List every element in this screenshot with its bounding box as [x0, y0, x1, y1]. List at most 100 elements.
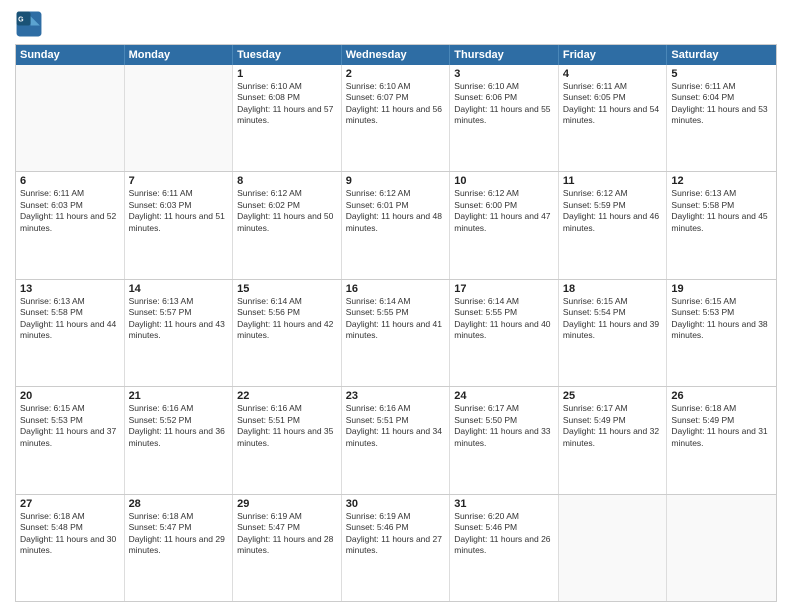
calendar-cell-empty-0-0 [16, 65, 125, 171]
calendar-cell-31: 31Sunrise: 6:20 AM Sunset: 5:46 PM Dayli… [450, 495, 559, 601]
calendar-header: SundayMondayTuesdayWednesdayThursdayFrid… [16, 45, 776, 65]
calendar-cell-3: 3Sunrise: 6:10 AM Sunset: 6:06 PM Daylig… [450, 65, 559, 171]
cell-detail: Sunrise: 6:18 AM Sunset: 5:49 PM Dayligh… [671, 403, 772, 449]
cell-detail: Sunrise: 6:12 AM Sunset: 6:01 PM Dayligh… [346, 188, 446, 234]
page: G SundayMondayTuesdayWednesdayThursdayFr… [0, 0, 792, 612]
day-number: 19 [671, 283, 772, 295]
day-number: 9 [346, 175, 446, 187]
day-number: 7 [129, 175, 229, 187]
day-number: 5 [671, 68, 772, 80]
day-number: 25 [563, 390, 663, 402]
cell-detail: Sunrise: 6:14 AM Sunset: 5:56 PM Dayligh… [237, 296, 337, 342]
calendar-cell-1: 1Sunrise: 6:10 AM Sunset: 6:08 PM Daylig… [233, 65, 342, 171]
day-number: 21 [129, 390, 229, 402]
calendar-cell-30: 30Sunrise: 6:19 AM Sunset: 5:46 PM Dayli… [342, 495, 451, 601]
calendar-cell-23: 23Sunrise: 6:16 AM Sunset: 5:51 PM Dayli… [342, 387, 451, 493]
cell-detail: Sunrise: 6:13 AM Sunset: 5:58 PM Dayligh… [20, 296, 120, 342]
calendar-cell-19: 19Sunrise: 6:15 AM Sunset: 5:53 PM Dayli… [667, 280, 776, 386]
cell-detail: Sunrise: 6:12 AM Sunset: 5:59 PM Dayligh… [563, 188, 663, 234]
cell-detail: Sunrise: 6:10 AM Sunset: 6:07 PM Dayligh… [346, 81, 446, 127]
cell-detail: Sunrise: 6:11 AM Sunset: 6:03 PM Dayligh… [129, 188, 229, 234]
day-number: 13 [20, 283, 120, 295]
calendar-body: 1Sunrise: 6:10 AM Sunset: 6:08 PM Daylig… [16, 65, 776, 601]
cell-detail: Sunrise: 6:18 AM Sunset: 5:47 PM Dayligh… [129, 511, 229, 557]
calendar-cell-28: 28Sunrise: 6:18 AM Sunset: 5:47 PM Dayli… [125, 495, 234, 601]
cell-detail: Sunrise: 6:15 AM Sunset: 5:54 PM Dayligh… [563, 296, 663, 342]
calendar-cell-15: 15Sunrise: 6:14 AM Sunset: 5:56 PM Dayli… [233, 280, 342, 386]
day-number: 26 [671, 390, 772, 402]
weekday-header-wednesday: Wednesday [342, 45, 451, 65]
header: G [15, 10, 777, 38]
day-number: 28 [129, 498, 229, 510]
calendar-cell-24: 24Sunrise: 6:17 AM Sunset: 5:50 PM Dayli… [450, 387, 559, 493]
cell-detail: Sunrise: 6:19 AM Sunset: 5:46 PM Dayligh… [346, 511, 446, 557]
calendar-row-1: 6Sunrise: 6:11 AM Sunset: 6:03 PM Daylig… [16, 171, 776, 278]
calendar-cell-21: 21Sunrise: 6:16 AM Sunset: 5:52 PM Dayli… [125, 387, 234, 493]
day-number: 24 [454, 390, 554, 402]
calendar: SundayMondayTuesdayWednesdayThursdayFrid… [15, 44, 777, 602]
day-number: 29 [237, 498, 337, 510]
weekday-header-friday: Friday [559, 45, 668, 65]
cell-detail: Sunrise: 6:12 AM Sunset: 6:00 PM Dayligh… [454, 188, 554, 234]
calendar-cell-18: 18Sunrise: 6:15 AM Sunset: 5:54 PM Dayli… [559, 280, 668, 386]
day-number: 31 [454, 498, 554, 510]
cell-detail: Sunrise: 6:11 AM Sunset: 6:03 PM Dayligh… [20, 188, 120, 234]
calendar-cell-2: 2Sunrise: 6:10 AM Sunset: 6:07 PM Daylig… [342, 65, 451, 171]
day-number: 1 [237, 68, 337, 80]
day-number: 4 [563, 68, 663, 80]
calendar-cell-5: 5Sunrise: 6:11 AM Sunset: 6:04 PM Daylig… [667, 65, 776, 171]
day-number: 6 [20, 175, 120, 187]
calendar-cell-8: 8Sunrise: 6:12 AM Sunset: 6:02 PM Daylig… [233, 172, 342, 278]
day-number: 3 [454, 68, 554, 80]
calendar-cell-27: 27Sunrise: 6:18 AM Sunset: 5:48 PM Dayli… [16, 495, 125, 601]
cell-detail: Sunrise: 6:19 AM Sunset: 5:47 PM Dayligh… [237, 511, 337, 557]
calendar-cell-25: 25Sunrise: 6:17 AM Sunset: 5:49 PM Dayli… [559, 387, 668, 493]
day-number: 2 [346, 68, 446, 80]
calendar-cell-29: 29Sunrise: 6:19 AM Sunset: 5:47 PM Dayli… [233, 495, 342, 601]
day-number: 22 [237, 390, 337, 402]
calendar-cell-6: 6Sunrise: 6:11 AM Sunset: 6:03 PM Daylig… [16, 172, 125, 278]
calendar-row-3: 20Sunrise: 6:15 AM Sunset: 5:53 PM Dayli… [16, 386, 776, 493]
calendar-cell-7: 7Sunrise: 6:11 AM Sunset: 6:03 PM Daylig… [125, 172, 234, 278]
cell-detail: Sunrise: 6:20 AM Sunset: 5:46 PM Dayligh… [454, 511, 554, 557]
cell-detail: Sunrise: 6:10 AM Sunset: 6:06 PM Dayligh… [454, 81, 554, 127]
calendar-cell-26: 26Sunrise: 6:18 AM Sunset: 5:49 PM Dayli… [667, 387, 776, 493]
calendar-cell-17: 17Sunrise: 6:14 AM Sunset: 5:55 PM Dayli… [450, 280, 559, 386]
day-number: 11 [563, 175, 663, 187]
weekday-header-sunday: Sunday [16, 45, 125, 65]
cell-detail: Sunrise: 6:11 AM Sunset: 6:05 PM Dayligh… [563, 81, 663, 127]
cell-detail: Sunrise: 6:11 AM Sunset: 6:04 PM Dayligh… [671, 81, 772, 127]
cell-detail: Sunrise: 6:14 AM Sunset: 5:55 PM Dayligh… [454, 296, 554, 342]
day-number: 16 [346, 283, 446, 295]
day-number: 27 [20, 498, 120, 510]
calendar-cell-empty-4-5 [559, 495, 668, 601]
cell-detail: Sunrise: 6:12 AM Sunset: 6:02 PM Dayligh… [237, 188, 337, 234]
day-number: 14 [129, 283, 229, 295]
calendar-cell-13: 13Sunrise: 6:13 AM Sunset: 5:58 PM Dayli… [16, 280, 125, 386]
calendar-cell-empty-4-6 [667, 495, 776, 601]
day-number: 8 [237, 175, 337, 187]
cell-detail: Sunrise: 6:16 AM Sunset: 5:51 PM Dayligh… [346, 403, 446, 449]
svg-text:G: G [18, 17, 24, 24]
calendar-cell-10: 10Sunrise: 6:12 AM Sunset: 6:00 PM Dayli… [450, 172, 559, 278]
day-number: 30 [346, 498, 446, 510]
weekday-header-tuesday: Tuesday [233, 45, 342, 65]
cell-detail: Sunrise: 6:18 AM Sunset: 5:48 PM Dayligh… [20, 511, 120, 557]
calendar-cell-22: 22Sunrise: 6:16 AM Sunset: 5:51 PM Dayli… [233, 387, 342, 493]
calendar-cell-9: 9Sunrise: 6:12 AM Sunset: 6:01 PM Daylig… [342, 172, 451, 278]
logo-icon: G [15, 10, 43, 38]
calendar-cell-20: 20Sunrise: 6:15 AM Sunset: 5:53 PM Dayli… [16, 387, 125, 493]
calendar-cell-11: 11Sunrise: 6:12 AM Sunset: 5:59 PM Dayli… [559, 172, 668, 278]
cell-detail: Sunrise: 6:16 AM Sunset: 5:52 PM Dayligh… [129, 403, 229, 449]
cell-detail: Sunrise: 6:15 AM Sunset: 5:53 PM Dayligh… [671, 296, 772, 342]
day-number: 10 [454, 175, 554, 187]
calendar-cell-14: 14Sunrise: 6:13 AM Sunset: 5:57 PM Dayli… [125, 280, 234, 386]
cell-detail: Sunrise: 6:14 AM Sunset: 5:55 PM Dayligh… [346, 296, 446, 342]
weekday-header-thursday: Thursday [450, 45, 559, 65]
day-number: 23 [346, 390, 446, 402]
calendar-cell-16: 16Sunrise: 6:14 AM Sunset: 5:55 PM Dayli… [342, 280, 451, 386]
weekday-header-saturday: Saturday [667, 45, 776, 65]
calendar-row-2: 13Sunrise: 6:13 AM Sunset: 5:58 PM Dayli… [16, 279, 776, 386]
day-number: 18 [563, 283, 663, 295]
calendar-row-4: 27Sunrise: 6:18 AM Sunset: 5:48 PM Dayli… [16, 494, 776, 601]
